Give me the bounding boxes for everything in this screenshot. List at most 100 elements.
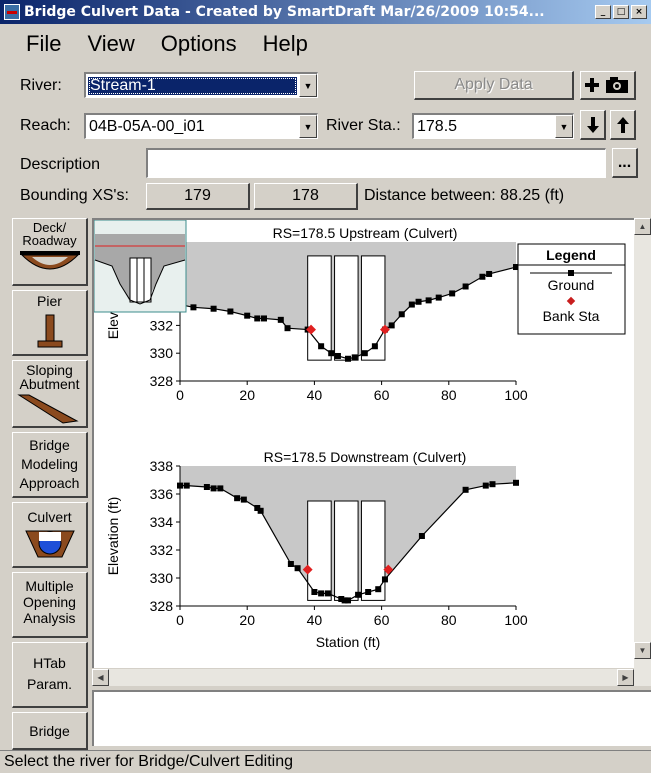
y-tick-label: 338: [150, 458, 174, 474]
menu-options[interactable]: Options: [148, 31, 250, 57]
scroll-up-icon[interactable]: ▲: [634, 218, 651, 235]
ground-point: [371, 343, 378, 350]
river-sta-combo[interactable]: 178.5 ▼: [412, 113, 574, 139]
multiple-opening-analysis-button[interactable]: Multiple Opening Analysis: [12, 572, 88, 638]
x-tick-label: 0: [176, 612, 184, 628]
ground-point: [318, 590, 325, 597]
app-icon: [4, 4, 20, 20]
chart-title: RS=178.5 Upstream (Culvert): [273, 225, 458, 241]
ground-point: [361, 350, 368, 357]
river-label: River:: [20, 77, 62, 94]
ground-point: [482, 482, 489, 489]
info-box: [92, 690, 651, 746]
x-tick-label: 60: [374, 612, 390, 628]
bridge-modeling-approach-button[interactable]: Bridge Modeling Approach: [12, 432, 88, 498]
ground-point: [183, 482, 190, 489]
y-tick-label: 332: [150, 317, 174, 333]
ground-point: [513, 479, 519, 486]
ground-point: [355, 591, 362, 598]
deck-roadway-button[interactable]: Deck/ Roadway: [12, 218, 88, 286]
ground-point: [415, 298, 422, 305]
menu-view[interactable]: View: [74, 31, 147, 57]
vertical-scrollbar[interactable]: ▲ ▼: [634, 218, 651, 686]
legend-ground-label: Ground: [548, 277, 595, 293]
arrow-down-icon: [586, 116, 599, 133]
river-combo[interactable]: Stream-1 ▼: [84, 72, 318, 98]
ground-point: [435, 294, 442, 301]
ground-point: [381, 576, 388, 583]
reach-value: 04B-05A-00_i01: [89, 117, 205, 135]
x-axis-label: Station (ft): [316, 634, 381, 650]
legend: Legend Ground Bank Sta: [517, 243, 626, 335]
ground-point: [425, 297, 432, 304]
ground-point: [190, 304, 197, 311]
previous-station-button[interactable]: [580, 110, 606, 140]
river-value: Stream-1: [88, 76, 297, 95]
ground-point: [328, 350, 335, 357]
ground-point: [210, 485, 217, 492]
scroll-right-icon[interactable]: ▶: [617, 669, 634, 686]
ground-point: [351, 354, 358, 361]
ground-point: [227, 308, 234, 315]
chevron-down-icon[interactable]: ▼: [299, 115, 317, 138]
ground-point: [287, 561, 294, 567]
htab-param-button[interactable]: HTab Param.: [12, 642, 88, 708]
menu-file[interactable]: File: [0, 31, 74, 57]
chevron-down-icon[interactable]: ▼: [299, 74, 317, 97]
description-browse-button[interactable]: ...: [612, 148, 638, 178]
chart-title: RS=178.5 Downstream (Culvert): [264, 449, 467, 465]
y-tick-label: 336: [150, 486, 174, 502]
culvert-barrel: [334, 255, 359, 361]
ground-point: [284, 325, 291, 332]
menu-help[interactable]: Help: [250, 31, 321, 57]
distance-between: Distance between: 88.25 (ft): [364, 187, 565, 204]
ground-point: [254, 315, 261, 322]
arrow-up-icon: [616, 116, 629, 133]
culvert-icon: [24, 530, 75, 558]
culvert-button[interactable]: Culvert: [12, 502, 88, 568]
ground-point: [240, 496, 247, 503]
description-label: Description: [20, 156, 101, 173]
ground-point: [388, 322, 395, 329]
y-tick-label: 330: [150, 570, 174, 586]
downstream-xs-button[interactable]: 178: [254, 183, 358, 210]
tool-label: Culvert: [27, 509, 72, 525]
ground-point: [489, 481, 496, 488]
bridge-button[interactable]: Bridge: [12, 712, 88, 750]
maximize-button[interactable]: □: [613, 5, 629, 19]
ground-point: [234, 495, 241, 502]
y-axis-label: Elevation (ft): [105, 497, 121, 576]
next-station-button[interactable]: [610, 110, 636, 140]
ground-point: [365, 589, 372, 595]
description-input[interactable]: [146, 148, 606, 178]
overview-inset[interactable]: [93, 219, 187, 313]
scroll-down-icon[interactable]: ▼: [634, 642, 651, 659]
x-tick-label: 100: [504, 387, 528, 403]
ground-point: [257, 507, 264, 514]
y-tick-label: 328: [150, 598, 174, 614]
ground-point: [449, 290, 456, 297]
minimize-button[interactable]: _: [595, 5, 611, 19]
pier-button[interactable]: Pier: [12, 290, 88, 356]
tool-label: Bridge Modeling Approach: [19, 437, 80, 491]
title-bar[interactable]: Bridge Culvert Data - Created by SmartDr…: [0, 0, 651, 24]
reach-combo[interactable]: 04B-05A-00_i01 ▼: [84, 113, 318, 139]
x-tick-label: 40: [307, 387, 323, 403]
tool-label: Pier: [37, 293, 62, 309]
window-title: Bridge Culvert Data - Created by SmartDr…: [24, 4, 545, 20]
x-tick-label: 80: [441, 387, 457, 403]
chevron-down-icon[interactable]: ▼: [555, 115, 573, 138]
ground-point: [203, 484, 210, 490]
ground-point: [345, 355, 351, 362]
apply-data-button[interactable]: Apply Data: [414, 71, 574, 100]
reach-label: Reach:: [20, 117, 71, 134]
upstream-xs-button[interactable]: 179: [146, 183, 250, 210]
horizontal-scrollbar[interactable]: ◀ ▶: [92, 668, 634, 686]
ground-point: [261, 315, 267, 322]
close-button[interactable]: ×: [631, 5, 647, 19]
sloping-abutment-button[interactable]: Sloping Abutment: [12, 360, 88, 428]
status-bar: Select the river for Bridge/Culvert Edit…: [0, 750, 651, 773]
culvert-barrel: [307, 500, 332, 601]
add-camera-button[interactable]: [580, 71, 636, 100]
scroll-left-icon[interactable]: ◀: [92, 669, 109, 686]
